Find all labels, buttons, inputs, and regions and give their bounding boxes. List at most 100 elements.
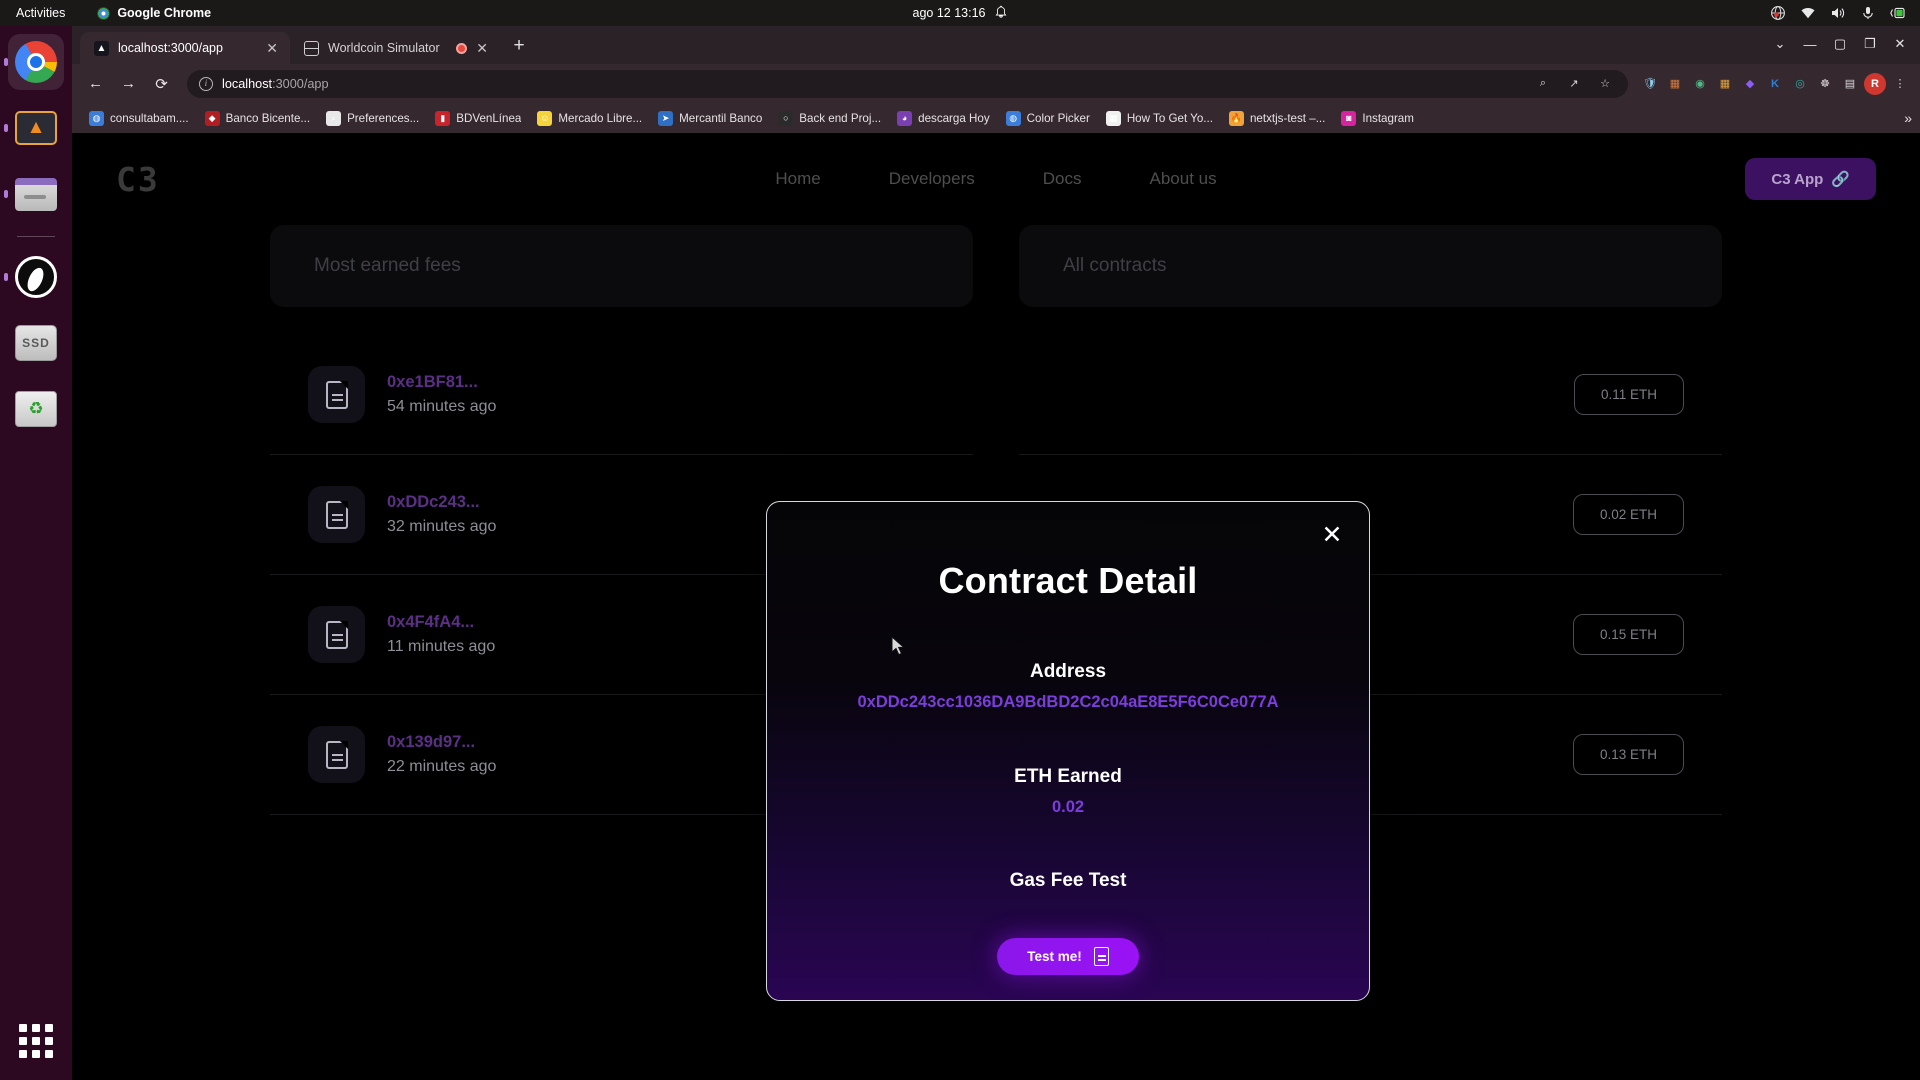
zoom-icon[interactable]: ⌕ [1532, 73, 1554, 95]
bell-icon [995, 5, 1008, 22]
bookmark-favicon-icon: ▦ [1105, 110, 1121, 126]
bookmark-label: Back end Proj... [799, 111, 882, 125]
bookmark-label: Instagram [1362, 111, 1414, 125]
bookmark-item[interactable]: ○ Back end Proj... [771, 108, 888, 129]
shield-extension-icon[interactable]: 🛡 [1639, 73, 1661, 95]
close-window-button[interactable]: ✕ [1886, 32, 1914, 56]
bookmark-item[interactable]: ▦ How To Get Yo... [1099, 108, 1220, 129]
bookmark-label: Preferences... [347, 111, 420, 125]
ubuntu-dock: ▲ SSD ♻ [0, 26, 72, 1080]
bookmark-favicon-icon: ◍ [1005, 110, 1021, 126]
address-value[interactable]: 0xDDc243cc1036DA9BdBD2C2c04aE8E5F6C0Ce07… [857, 693, 1278, 712]
web-page: C3 Home Developers Docs About us C3 App … [72, 133, 1920, 1080]
close-icon[interactable]: ✕ [1317, 520, 1347, 550]
trash-icon: ♻ [15, 391, 57, 427]
restore-button[interactable]: ❐ [1856, 32, 1884, 56]
forward-button[interactable]: → [114, 69, 143, 98]
bookmarks-overflow-button[interactable]: » [1904, 110, 1912, 126]
modal-title: Contract Detail [938, 560, 1198, 601]
bookmark-label: Color Picker [1026, 111, 1090, 125]
star-icon[interactable]: ☆ [1594, 73, 1616, 95]
bookmark-favicon-icon: ○ [778, 110, 794, 126]
share-icon[interactable]: ↗ [1563, 73, 1585, 95]
network-icon [1770, 5, 1786, 21]
bookmark-item[interactable]: 🔥 netxtjs-test –... [1222, 108, 1332, 129]
bookmark-item[interactable]: ⌕ Preferences... [319, 108, 426, 129]
system-tray[interactable] [1770, 5, 1906, 21]
dock-item-ssd-drive[interactable]: SSD [8, 315, 64, 371]
chrome-window: ▲ localhost:3000/app ✕ Worldcoin Simulat… [72, 26, 1920, 1080]
bookmark-item[interactable]: ☺ Mercado Libre... [530, 108, 649, 129]
address-bar[interactable]: i localhost:3000/app ⌕ ↗ ☆ [187, 69, 1628, 98]
minimize-button[interactable]: — [1796, 32, 1824, 56]
active-app-label: Google Chrome [117, 6, 212, 20]
recording-indicator-icon[interactable] [456, 42, 468, 54]
microphone-icon [1860, 5, 1876, 21]
bookmark-item[interactable]: ▮ BDVenLínea [428, 108, 528, 129]
color-extension-icon[interactable]: ◉ [1689, 73, 1711, 95]
running-indicator [4, 273, 8, 281]
bookmark-item[interactable]: ◍ consultabam.... [82, 108, 196, 129]
url-text: localhost:3000/app [222, 77, 329, 91]
test-me-button[interactable]: Test me! [997, 938, 1139, 975]
browser-toolbar: ← → ⟳ i localhost:3000/app ⌕ ↗ ☆ 🛡 ▦ ◉ ▦… [72, 64, 1920, 103]
modal-overlay: ✕ Contract Detail Address 0xDDc243cc1036… [72, 133, 1920, 1080]
battery-icon [1890, 5, 1906, 21]
dock-item-trash[interactable]: ♻ [8, 381, 64, 437]
gas-fee-test-label: Gas Fee Test [1009, 870, 1127, 891]
grid-extension-icon[interactable]: ▦ [1714, 73, 1736, 95]
dock-item-obs-studio[interactable] [4, 249, 64, 305]
dock-item-google-chrome[interactable] [4, 34, 64, 90]
bookmark-favicon-icon: ◙ [1341, 110, 1357, 126]
bookmark-label: BDVenLínea [456, 111, 522, 125]
maximize-button[interactable]: ▢ [1826, 32, 1854, 56]
window-controls: ⌄ — ▢ ❐ ✕ [1766, 32, 1914, 56]
three-dot-menu-icon[interactable]: ⋮ [1889, 73, 1911, 95]
url-path: :3000/app [272, 76, 329, 91]
profile-avatar[interactable]: R [1864, 72, 1886, 95]
bookmark-item[interactable]: ◕ descarga Hoy [890, 108, 997, 129]
contract-detail-modal: ✕ Contract Detail Address 0xDDc243cc1036… [766, 501, 1370, 1001]
bookmark-label: Mercantil Banco [679, 111, 763, 125]
wifi-icon [1800, 5, 1816, 21]
k-extension-icon[interactable]: K [1764, 73, 1786, 95]
bookmark-item[interactable]: ➤ Mercantil Banco [651, 108, 769, 129]
back-button[interactable]: ← [81, 69, 110, 98]
tab-search-button[interactable]: ⌄ [1766, 32, 1794, 56]
clock-button[interactable]: ago 12 13:16 [913, 5, 1008, 22]
running-indicator [4, 124, 8, 132]
teal-extension-icon[interactable]: ◎ [1789, 73, 1811, 95]
side-panel-icon[interactable]: ▤ [1839, 73, 1861, 95]
address-label: Address [1029, 661, 1107, 682]
dock-item-terminal[interactable]: ▲ [4, 100, 64, 156]
site-info-icon[interactable]: i [199, 76, 213, 91]
tab-worldcoin-simulator[interactable]: Worldcoin Simulator ✕ [290, 32, 500, 64]
url-host: localhost [222, 76, 273, 91]
globe-favicon-icon [304, 40, 319, 56]
show-applications-button[interactable] [19, 1024, 53, 1058]
bookmark-label: netxtjs-test –... [1249, 111, 1326, 125]
bookmark-item[interactable]: ◍ Color Picker [999, 108, 1097, 129]
active-app-indicator[interactable]: Google Chrome [97, 6, 211, 20]
chrome-icon [97, 6, 111, 20]
chrome-icon [15, 41, 57, 83]
reload-button[interactable]: ⟳ [147, 69, 176, 98]
purple-extension-icon[interactable]: ◆ [1739, 73, 1761, 95]
bookmark-favicon-icon: ➤ [658, 110, 674, 126]
tab-close-icon[interactable]: ✕ [266, 41, 278, 55]
wallet-extension-icon[interactable]: ▦ [1664, 73, 1686, 95]
new-tab-button[interactable]: + [506, 35, 532, 57]
volume-icon [1830, 5, 1846, 21]
document-icon [1093, 947, 1109, 966]
tab-close-icon[interactable]: ✕ [476, 41, 488, 55]
activities-button[interactable]: Activities [0, 6, 75, 20]
bookmark-item[interactable]: ◙ Instagram [1334, 108, 1421, 129]
bookmark-item[interactable]: ◆ Banco Bicente... [198, 108, 317, 129]
bookmark-label: Mercado Libre... [558, 111, 643, 125]
gnome-top-bar: Activities Google Chrome ago 12 13:16 [0, 0, 1920, 26]
tab-localhost-3000-app[interactable]: ▲ localhost:3000/app ✕ [80, 32, 290, 64]
puzzle-extension-icon[interactable]: ☸ [1814, 73, 1836, 95]
dock-item-files[interactable] [4, 166, 64, 222]
running-indicator [4, 190, 8, 198]
running-indicator [4, 58, 8, 66]
